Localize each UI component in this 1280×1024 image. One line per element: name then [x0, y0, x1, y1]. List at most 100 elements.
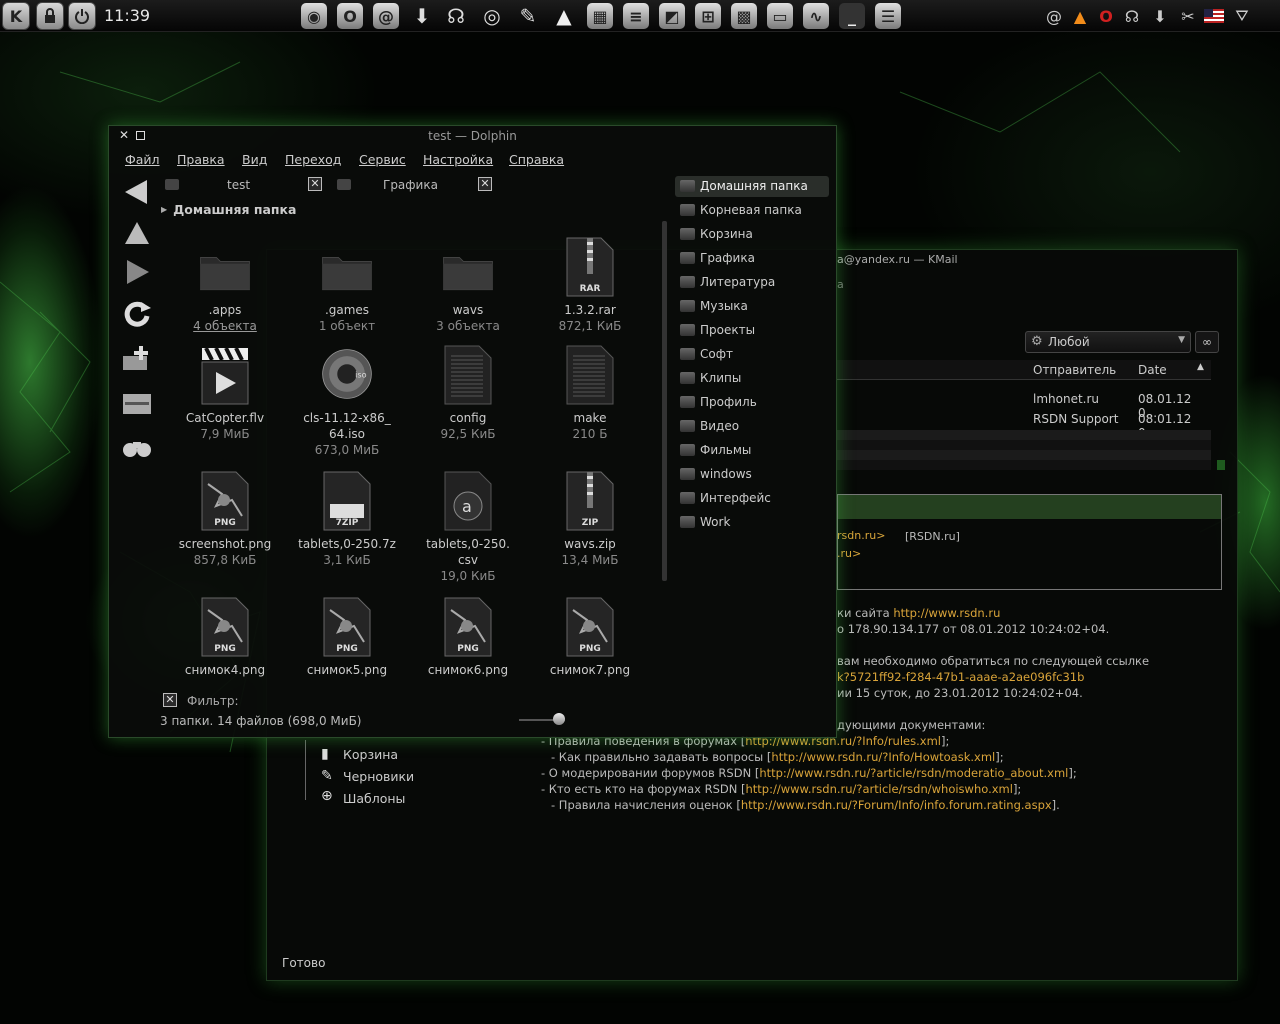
file-item[interactable]: .apps 4 объекта [165, 234, 285, 334]
places-item[interactable]: Профиль [675, 392, 829, 413]
file-item[interactable]: PNG снимок4.png [165, 594, 285, 678]
file-item[interactable]: PNG снимок5.png [287, 594, 407, 678]
tray-network[interactable]: ⛛ [1230, 4, 1254, 28]
file-item[interactable]: iso cls-11.12-x86_ 64.iso 673,0 МиБ [287, 342, 407, 458]
message-from-address[interactable]: rsdn.ru> [837, 529, 885, 542]
launcher-eye[interactable]: ◎ [478, 2, 506, 30]
message-link[interactable]: http://www.rsdn.ru/?Forum/Info/info.foru… [741, 798, 1052, 812]
close-tab-icon[interactable]: ✕ [308, 177, 322, 191]
launcher-system-monitor[interactable]: ∿ [802, 2, 830, 30]
menu-item[interactable]: Файл [125, 152, 160, 167]
menu-item[interactable]: Вид [242, 152, 267, 167]
file-item[interactable]: make 210 Б [530, 342, 650, 442]
tray-mail[interactable]: @ [1042, 4, 1066, 28]
places-item[interactable]: Клипы [675, 368, 829, 389]
tray-vlc[interactable]: ▲ [1068, 4, 1092, 28]
launcher-monitor[interactable]: ▭ [766, 2, 794, 30]
menu-item[interactable]: Справка [509, 152, 564, 167]
tab-test[interactable]: test ✕ [161, 176, 331, 196]
places-item[interactable]: windows [675, 464, 829, 485]
launcher-calculator[interactable]: ⊞ [694, 2, 722, 30]
places-item[interactable]: Корневая папка [675, 200, 829, 221]
tray-torrent[interactable]: ☊ [1120, 4, 1144, 28]
tray-keyboard-layout[interactable] [1202, 4, 1226, 28]
tray-downloader[interactable]: ⬇ [1148, 4, 1172, 28]
menu-item[interactable]: Правка [177, 152, 225, 167]
message-link[interactable]: k?5721ff92-f284-47b1-aaae-a2ae096fc31b [837, 670, 1084, 684]
zoom-slider-handle[interactable] [553, 713, 565, 725]
file-item[interactable]: RAR 1.3.2.rar 872,1 КиБ [530, 234, 650, 334]
places-item[interactable]: Проекты [675, 320, 829, 341]
file-item[interactable]: PNG снимок7.png [530, 594, 650, 678]
launcher-office-writer[interactable]: ≡ [622, 2, 650, 30]
message-row[interactable]: lmhonet.ru 08.01.12 0... [837, 389, 1211, 420]
column-header-sender[interactable]: Отправитель [1033, 363, 1116, 377]
message-link[interactable]: http://www.rsdn.ru [893, 606, 1000, 620]
launcher-mail[interactable]: @ [372, 2, 400, 30]
clock[interactable]: 11:39 [104, 6, 150, 25]
search-status-combobox[interactable]: ⚙ Любой ▼ [1025, 331, 1191, 353]
places-item[interactable]: Софт [675, 344, 829, 365]
reload-button[interactable] [121, 298, 153, 330]
places-scrollbar[interactable] [662, 221, 667, 581]
up-button[interactable] [121, 218, 153, 250]
dolphin-window[interactable]: ✕ test — Dolphin Файл Правка Вид Переход Сер… [108, 125, 837, 738]
launcher-qr[interactable]: ▩ [730, 2, 758, 30]
shutdown-button[interactable] [68, 2, 96, 30]
places-item[interactable]: Литература [675, 272, 829, 293]
close-tab-icon[interactable]: ✕ [478, 177, 492, 191]
file-item[interactable]: .games 1 объект [287, 234, 407, 334]
message-to-address[interactable]: .ru> [837, 547, 861, 560]
launcher-file-cabinet[interactable]: ☰ [874, 2, 902, 30]
launcher-video-editor[interactable]: ▦ [586, 2, 614, 30]
back-button[interactable] [121, 176, 153, 208]
lock-screen-button[interactable] [36, 2, 64, 30]
launcher-opera[interactable]: O [336, 2, 364, 30]
message-link[interactable]: http://www.rsdn.ru/?article/rsdn/whoiswh… [746, 782, 1013, 796]
dolphin-titlebar[interactable]: ✕ test — Dolphin [109, 126, 836, 146]
launcher-office-draw[interactable]: ◩ [658, 2, 686, 30]
launcher-downloader[interactable]: ⬇ [408, 2, 436, 30]
search-button[interactable] [121, 430, 153, 462]
breadcrumb-home[interactable]: Домашняя папка [173, 202, 296, 217]
folder-item-templates[interactable]: Шаблоны [343, 791, 405, 806]
places-item[interactable]: Музыка [675, 296, 829, 317]
folder-item-drafts[interactable]: Черновики [343, 769, 414, 784]
places-item[interactable]: Видео [675, 416, 829, 437]
forward-button[interactable] [121, 256, 153, 288]
places-item[interactable]: Корзина [675, 224, 829, 245]
menu-item[interactable]: Сервис [359, 152, 406, 167]
places-item[interactable]: Фильмы [675, 440, 829, 461]
split-view-button[interactable] [121, 388, 153, 420]
launcher-torrent[interactable]: ☊ [442, 2, 470, 30]
file-item[interactable]: a tablets,0-250. csv 19,0 КиБ [408, 468, 528, 584]
close-filter-icon[interactable]: ✕ [163, 693, 177, 707]
message-list-scrollbar[interactable] [1217, 460, 1225, 470]
find-button[interactable]: ∞ [1195, 331, 1219, 353]
tray-opera[interactable]: O [1094, 4, 1118, 28]
launcher-terminal[interactable]: _ [838, 2, 866, 30]
file-item[interactable]: 7ZIP tablets,0-250.7z 3,1 КиБ [287, 468, 407, 568]
folder-item-trash[interactable]: Корзина [343, 747, 398, 762]
launcher-firefox[interactable]: ◉ [300, 2, 328, 30]
places-item[interactable]: Интерфейс [675, 488, 829, 509]
file-item[interactable]: PNG снимок6.png [408, 594, 528, 678]
breadcrumb[interactable]: ▶ Домашняя папка [161, 202, 296, 217]
file-item[interactable]: PNG screenshot.png 857,8 КиБ [165, 468, 285, 568]
launcher-vlc[interactable]: ▲ [550, 2, 578, 30]
menu-item[interactable]: Настройка [423, 152, 493, 167]
menu-item[interactable]: Переход [285, 152, 341, 167]
places-item[interactable]: Домашняя папка [675, 176, 829, 197]
launcher-gimp[interactable]: ✎ [514, 2, 542, 30]
tab-grafika[interactable]: Графика ✕ [333, 176, 499, 196]
tray-clipboard[interactable]: ✂ [1176, 4, 1200, 28]
column-header-date[interactable]: Date [1138, 363, 1167, 377]
kde-menu-button[interactable]: K [2, 2, 30, 30]
places-item[interactable]: Work [675, 512, 829, 533]
message-row[interactable]: RSDN Support 08.01.12 0... [837, 409, 1211, 440]
message-link[interactable]: http://www.rsdn.ru/?Info/Howtoask.xml [771, 750, 995, 764]
file-item[interactable]: wavs 3 объекта [408, 234, 528, 334]
message-link[interactable]: http://www.rsdn.ru/?article/rsdn/moderat… [759, 766, 1068, 780]
file-item[interactable]: ZIP wavs.zip 13,4 МиБ [530, 468, 650, 568]
file-item[interactable]: config 92,5 КиБ [408, 342, 528, 442]
